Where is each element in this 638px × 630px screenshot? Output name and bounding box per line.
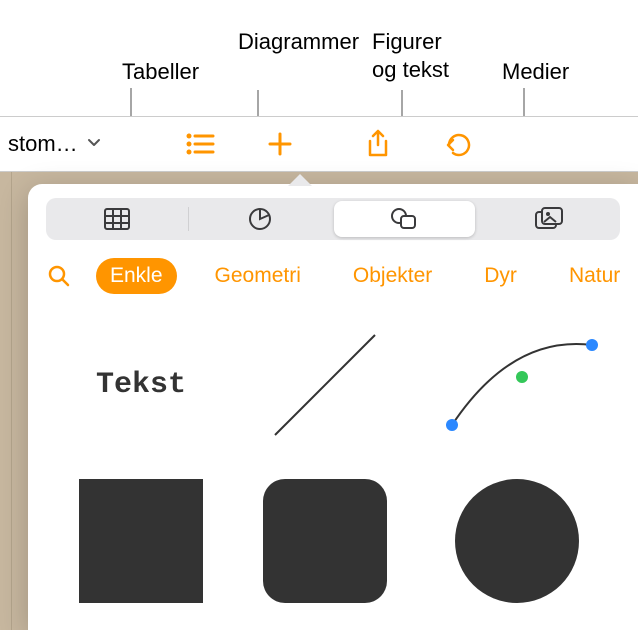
undo-button[interactable] — [418, 116, 498, 172]
shape-text-label: Tekst — [96, 368, 186, 402]
list-icon — [185, 131, 215, 157]
shape-text[interactable]: Tekst — [64, 320, 218, 450]
curve-icon — [432, 325, 602, 445]
line-icon — [260, 320, 390, 450]
popover-arrow — [288, 174, 312, 186]
callout-label-charts: Diagrammer — [238, 28, 359, 56]
undo-icon — [443, 131, 473, 157]
callout-area: Tabeller Diagrammer Figurer og tekst Med… — [0, 0, 638, 116]
category-geometry[interactable]: Geometri — [201, 258, 315, 294]
category-objects[interactable]: Objekter — [339, 258, 446, 294]
document-canvas: Enkle Geometri Objekter Dyr Natur Tekst — [0, 172, 638, 630]
chevron-down-icon — [86, 134, 102, 155]
segment-tables[interactable] — [46, 198, 188, 240]
shape-line[interactable] — [248, 320, 402, 450]
rounded-square-icon — [263, 479, 387, 603]
callout-label-shapes-text: Figurer og tekst — [372, 28, 449, 83]
share-button[interactable] — [338, 116, 418, 172]
callout-label-media: Medier — [502, 58, 569, 86]
shape-circle[interactable] — [432, 476, 602, 606]
media-icon — [534, 206, 564, 232]
category-simple[interactable]: Enkle — [96, 258, 177, 294]
plus-icon — [266, 130, 294, 158]
square-icon — [79, 479, 203, 603]
circle-icon — [455, 479, 579, 603]
outline-button[interactable] — [160, 116, 240, 172]
category-animals[interactable]: Dyr — [470, 258, 531, 294]
search-icon[interactable] — [46, 263, 72, 289]
toolbar: stom… — [0, 116, 638, 172]
segment-shapes[interactable] — [334, 201, 476, 237]
shape-grid: Tekst — [28, 294, 638, 606]
shape-rounded-square[interactable] — [248, 476, 402, 606]
document-title-button[interactable]: stom… — [0, 131, 160, 157]
segment-media[interactable] — [478, 198, 620, 240]
table-icon — [103, 207, 131, 231]
share-icon — [365, 129, 391, 159]
category-nature[interactable]: Natur — [555, 258, 634, 294]
segment-charts[interactable] — [189, 198, 331, 240]
shape-square[interactable] — [64, 476, 218, 606]
document-title: stom… — [8, 131, 78, 157]
insert-type-segmented — [46, 198, 620, 240]
shapes-icon — [389, 206, 419, 232]
insert-button[interactable] — [240, 116, 320, 172]
shape-curve[interactable] — [432, 320, 602, 450]
callout-label-tables: Tabeller — [122, 58, 199, 86]
shape-categories: Enkle Geometri Objekter Dyr Natur — [28, 240, 638, 294]
insert-popover: Enkle Geometri Objekter Dyr Natur Tekst — [28, 184, 638, 630]
chart-icon — [247, 206, 273, 232]
